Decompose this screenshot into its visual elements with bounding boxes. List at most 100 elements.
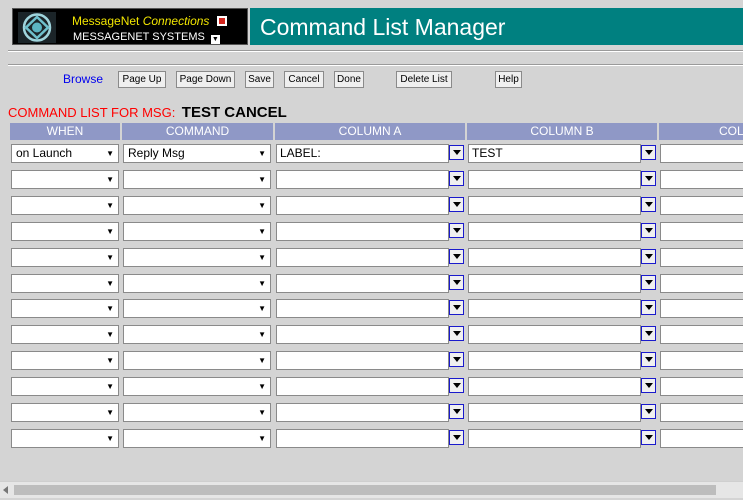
field-picker-icon[interactable] [449,223,464,238]
command-select[interactable]: ▼ [123,377,271,396]
browse-link[interactable]: Browse [63,72,103,86]
column-b-input[interactable] [468,351,641,370]
column-b-input[interactable]: TEST [468,144,641,163]
column-c-input[interactable] [660,429,743,448]
field-picker-icon[interactable] [449,275,464,290]
column-b-input[interactable] [468,325,641,344]
column-b-input[interactable] [468,248,641,267]
column-c-input[interactable] [660,170,743,189]
field-picker-icon[interactable] [449,249,464,264]
field-picker-icon[interactable] [449,404,464,419]
when-select[interactable]: ▼ [11,274,119,293]
chevron-down-icon[interactable]: ▼ [258,430,266,447]
column-b-input[interactable] [468,170,641,189]
save-button[interactable]: Save [245,71,274,88]
when-select[interactable]: ▼ [11,170,119,189]
chevron-down-icon[interactable]: ▼ [258,171,266,188]
chevron-down-icon[interactable]: ▼ [106,197,114,214]
column-b-input[interactable] [468,403,641,422]
column-b-input[interactable] [468,429,641,448]
chevron-down-icon[interactable]: ▼ [258,145,266,162]
field-picker-icon[interactable] [641,300,656,315]
chevron-down-icon[interactable]: ▼ [258,404,266,421]
chevron-down-icon[interactable]: ▼ [106,352,114,369]
command-select[interactable]: ▼ [123,222,271,241]
column-a-input[interactable] [276,325,449,344]
chevron-down-icon[interactable]: ▼ [106,300,114,317]
field-picker-icon[interactable] [641,352,656,367]
column-a-input[interactable] [276,222,449,241]
chevron-down-icon[interactable]: ▼ [258,249,266,266]
chevron-down-icon[interactable]: ▼ [258,352,266,369]
page-down-button[interactable]: Page Down [176,71,235,88]
column-c-input[interactable] [660,196,743,215]
column-c-input[interactable] [660,248,743,267]
column-a-input[interactable] [276,196,449,215]
column-a-input[interactable] [276,274,449,293]
chevron-down-icon[interactable]: ▼ [106,171,114,188]
field-picker-icon[interactable] [641,145,656,160]
column-b-input[interactable] [468,222,641,241]
when-select[interactable]: ▼ [11,325,119,344]
when-select[interactable]: ▼ [11,196,119,215]
help-button[interactable]: Help [495,71,522,88]
scrollbar-thumb[interactable] [14,485,716,495]
column-c-input[interactable] [660,299,743,318]
page-up-button[interactable]: Page Up [118,71,166,88]
chevron-down-icon[interactable]: ▼ [258,300,266,317]
field-picker-icon[interactable] [449,352,464,367]
field-picker-icon[interactable] [641,197,656,212]
when-select[interactable]: ▼ [11,403,119,422]
field-picker-icon[interactable] [641,223,656,238]
chevron-down-icon[interactable]: ▼ [106,275,114,292]
command-select[interactable]: ▼ [123,170,271,189]
column-c-input[interactable] [660,144,743,163]
external-link-icon[interactable] [216,16,227,26]
column-a-input[interactable]: LABEL: [276,144,449,163]
command-select[interactable]: ▼ [123,196,271,215]
command-select[interactable]: ▼ [123,299,271,318]
command-select[interactable]: ▼ [123,248,271,267]
when-select[interactable]: ▼ [11,299,119,318]
chevron-down-icon[interactable]: ▼ [258,197,266,214]
column-b-input[interactable] [468,377,641,396]
column-a-input[interactable] [276,429,449,448]
column-c-input[interactable] [660,325,743,344]
chevron-down-icon[interactable]: ▼ [106,145,114,162]
chevron-down-icon[interactable]: ▼ [106,326,114,343]
command-select[interactable]: ▼ [123,274,271,293]
field-picker-icon[interactable] [449,171,464,186]
company-menu[interactable]: MESSAGENET SYSTEMS ▼ [73,31,220,44]
column-c-input[interactable] [660,351,743,370]
chevron-down-icon[interactable]: ▼ [106,223,114,240]
column-c-input[interactable] [660,274,743,293]
field-picker-icon[interactable] [449,430,464,445]
column-c-input[interactable] [660,377,743,396]
field-picker-icon[interactable] [641,326,656,341]
column-a-input[interactable] [276,403,449,422]
chevron-down-icon[interactable]: ▼ [258,326,266,343]
column-a-input[interactable] [276,170,449,189]
command-select[interactable]: Reply Msg ▼ [123,144,271,163]
cancel-button[interactable]: Cancel [284,71,324,88]
command-select[interactable]: ▼ [123,325,271,344]
when-select[interactable]: ▼ [11,377,119,396]
chevron-down-icon[interactable]: ▼ [258,378,266,395]
column-b-input[interactable] [468,274,641,293]
column-b-input[interactable] [468,299,641,318]
column-a-input[interactable] [276,248,449,267]
chevron-down-icon[interactable]: ▼ [210,35,220,44]
when-select[interactable]: ▼ [11,351,119,370]
horizontal-scrollbar[interactable] [0,481,743,498]
column-c-input[interactable] [660,403,743,422]
chevron-down-icon[interactable]: ▼ [258,275,266,292]
field-picker-icon[interactable] [641,249,656,264]
field-picker-icon[interactable] [641,275,656,290]
field-picker-icon[interactable] [449,326,464,341]
column-a-input[interactable] [276,377,449,396]
field-picker-icon[interactable] [449,145,464,160]
field-picker-icon[interactable] [641,404,656,419]
brand-title[interactable]: MessageNet Connections [72,14,227,28]
chevron-down-icon[interactable]: ▼ [106,404,114,421]
field-picker-icon[interactable] [641,378,656,393]
